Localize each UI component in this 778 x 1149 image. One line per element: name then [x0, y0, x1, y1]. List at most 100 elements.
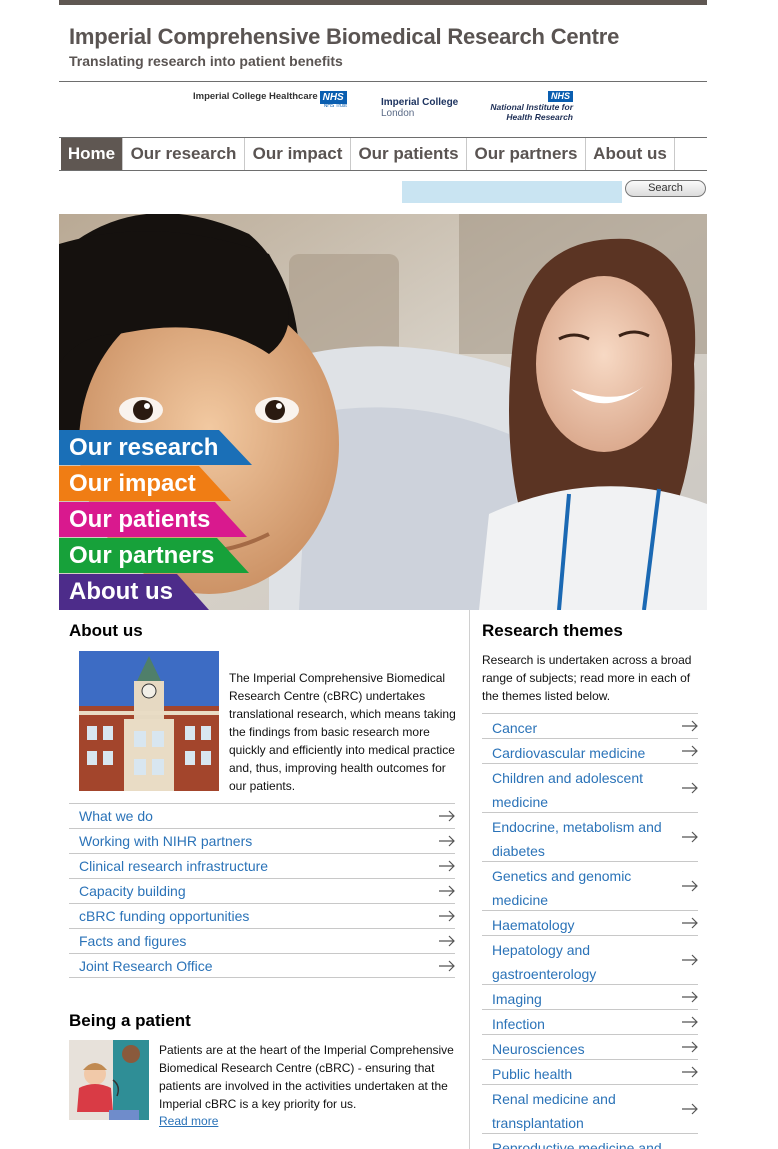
themes-heading: Research themes: [482, 621, 623, 640]
theme-label: Infection: [492, 1016, 545, 1032]
arrow-right-icon: [682, 782, 698, 794]
arrow-right-icon: [439, 810, 455, 822]
theme-label: Imaging: [492, 991, 542, 1007]
right-column: Research themes Research is undertaken a…: [469, 610, 707, 1149]
theme-label: Cardiovascular medicine: [492, 745, 646, 761]
theme-label: Hepatology and gastroenterology: [492, 942, 597, 982]
link-label: cBRC funding opportunities: [79, 908, 250, 924]
theme-label: Genetics and genomic medicine: [492, 868, 632, 908]
theme-children[interactable]: Children and adolescent medicine: [482, 763, 698, 812]
link-label: Clinical research infrastructure: [79, 858, 269, 874]
theme-label: Reproductive medicine and: [492, 1140, 662, 1149]
nav-our-impact[interactable]: Our impact: [245, 138, 351, 170]
partner-logos: Imperial College Healthcare NHS NHS Trust…: [59, 86, 707, 130]
theme-imaging[interactable]: Imaging: [482, 984, 698, 1009]
theme-cardiovascular[interactable]: Cardiovascular medicine: [482, 738, 698, 763]
link-working-with-nihr[interactable]: Working with NIHR partners: [69, 828, 455, 853]
left-column: About us The Imperial Comprehensive Biom…: [59, 610, 469, 1149]
search-input[interactable]: [402, 181, 622, 203]
nihr-line2: Health Research: [506, 112, 573, 122]
link-capacity-building[interactable]: Capacity building: [69, 878, 455, 903]
hospital-building-image: [79, 651, 219, 791]
nihr-logo[interactable]: NHS National Institute for Health Resear…: [483, 91, 573, 122]
link-label: Facts and figures: [79, 933, 187, 949]
theme-haematology[interactable]: Haematology: [482, 910, 698, 935]
arrow-right-icon: [682, 1066, 698, 1078]
band-label: About us: [69, 578, 173, 605]
link-label: Capacity building: [79, 883, 186, 899]
site-subtitle: Translating research into patient benefi…: [69, 53, 343, 69]
theme-hepatology[interactable]: Hepatology and gastroenterology: [482, 935, 698, 984]
link-clinical-infrastructure[interactable]: Clinical research infrastructure: [69, 853, 455, 878]
arrow-right-icon: [439, 885, 455, 897]
nhs-trust-label: NHS Trust: [323, 103, 347, 109]
arrow-right-icon: [682, 954, 698, 966]
link-joint-research-office[interactable]: Joint Research Office: [69, 953, 455, 978]
theme-neurosciences[interactable]: Neurosciences: [482, 1034, 698, 1059]
arrow-right-icon: [682, 1041, 698, 1053]
arrow-right-icon: [682, 917, 698, 929]
patient-image: [69, 1040, 149, 1120]
arrow-right-icon: [439, 860, 455, 872]
top-bar: [59, 0, 707, 5]
about-links: What we do Working with NIHR partners Cl…: [69, 803, 455, 978]
link-label: What we do: [79, 808, 153, 824]
arrow-right-icon: [682, 720, 698, 732]
arrow-right-icon: [439, 835, 455, 847]
arrow-right-icon: [439, 935, 455, 947]
link-facts-and-figures[interactable]: Facts and figures: [69, 928, 455, 953]
theme-label: Renal medicine and transplantation: [492, 1091, 616, 1131]
theme-label: Endocrine, metabolism and diabetes: [492, 819, 662, 859]
imperial-college-line2: London: [381, 108, 415, 119]
themes-intro: Research is undertaken across a broad ra…: [482, 653, 692, 703]
themes-list: Cancer Cardiovascular medicine Children …: [482, 713, 698, 1149]
hero-band-our-research[interactable]: Our research: [59, 430, 252, 465]
link-label: Working with NIHR partners: [79, 833, 253, 849]
hero-band-our-impact[interactable]: Our impact: [59, 466, 231, 501]
theme-public-health[interactable]: Public health: [482, 1059, 698, 1084]
theme-reproductive[interactable]: Reproductive medicine and: [482, 1133, 698, 1149]
patient-description: Patients are at the heart of the Imperia…: [159, 1043, 454, 1111]
main-nav: Home Our research Our impact Our patient…: [59, 137, 707, 171]
theme-label: Public health: [492, 1066, 573, 1082]
arrow-right-icon: [682, 1103, 698, 1115]
theme-infection[interactable]: Infection: [482, 1009, 698, 1034]
nav-our-research[interactable]: Our research: [123, 138, 245, 170]
arrow-right-icon: [682, 880, 698, 892]
imperial-healthcare-logo[interactable]: Imperial College Healthcare NHS NHS Trust: [193, 91, 347, 109]
header-divider: [59, 81, 707, 82]
link-funding-opportunities[interactable]: cBRC funding opportunities: [69, 903, 455, 928]
theme-label: Cancer: [492, 720, 538, 736]
band-label: Our patients: [69, 506, 211, 533]
page: Imperial Comprehensive Biomedical Resear…: [59, 0, 707, 1149]
arrow-right-icon: [439, 910, 455, 922]
arrow-right-icon: [682, 745, 698, 757]
link-what-we-do[interactable]: What we do: [69, 803, 455, 828]
hero-banner: Our research Our impact Our patients Our…: [59, 214, 707, 610]
hero-band-our-patients[interactable]: Our patients: [59, 502, 247, 537]
search-button[interactable]: Search: [625, 180, 706, 197]
nihr-line1: National Institute for: [490, 102, 573, 112]
theme-renal[interactable]: Renal medicine and transplantation: [482, 1084, 698, 1133]
theme-endocrine[interactable]: Endocrine, metabolism and diabetes: [482, 812, 698, 861]
band-label: Our partners: [69, 542, 215, 569]
site-title[interactable]: Imperial Comprehensive Biomedical Resear…: [69, 24, 619, 50]
imperial-college-line1: Imperial College: [381, 97, 459, 108]
arrow-right-icon: [682, 1016, 698, 1028]
about-description: The Imperial Comprehensive Biomedical Re…: [229, 671, 456, 793]
arrow-right-icon: [682, 831, 698, 843]
hero-band-about-us[interactable]: About us: [59, 574, 209, 610]
theme-cancer[interactable]: Cancer: [482, 713, 698, 738]
read-more-link[interactable]: Read more: [159, 1114, 218, 1128]
theme-genetics[interactable]: Genetics and genomic medicine: [482, 861, 698, 910]
imperial-college-logo[interactable]: Imperial College London: [381, 97, 458, 119]
hero-band-our-partners[interactable]: Our partners: [59, 538, 249, 573]
nav-about-us[interactable]: About us: [586, 138, 675, 170]
nav-our-patients[interactable]: Our patients: [351, 138, 467, 170]
about-heading: About us: [69, 621, 143, 640]
theme-label: Haematology: [492, 917, 575, 933]
arrow-right-icon: [439, 960, 455, 971]
nav-our-partners[interactable]: Our partners: [467, 138, 586, 170]
nav-home[interactable]: Home: [61, 138, 123, 170]
link-label: Joint Research Office: [79, 958, 213, 974]
